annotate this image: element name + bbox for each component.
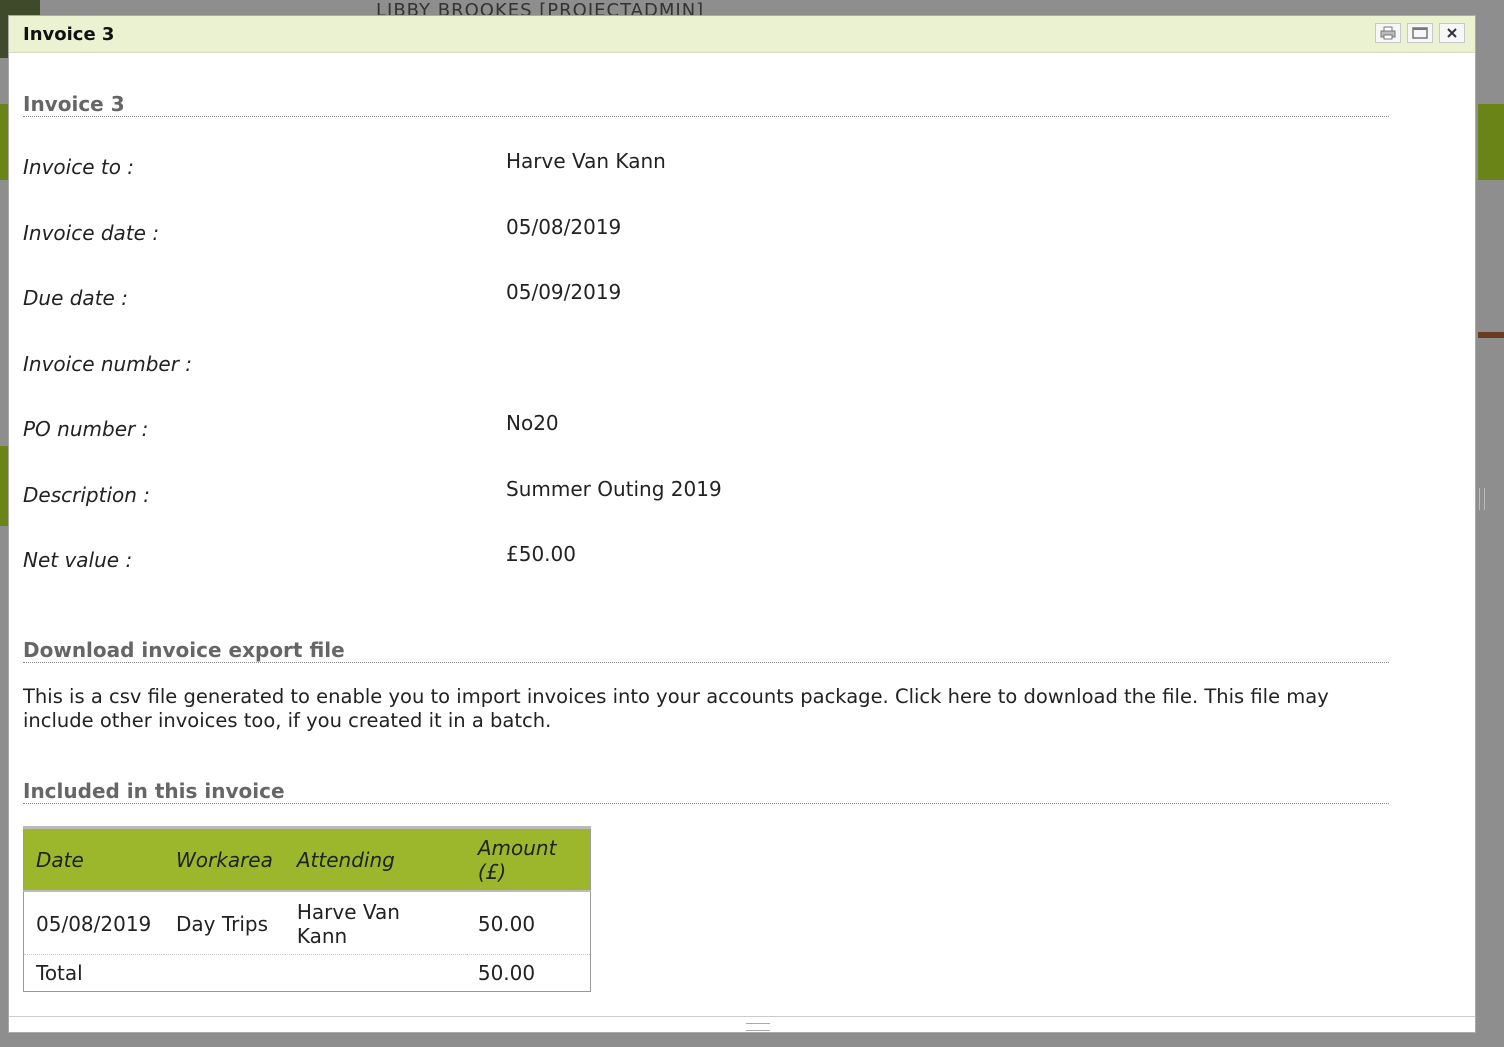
field-label: Description : <box>23 482 151 507</box>
cell-workarea: Day Trips <box>164 891 285 955</box>
dialog-title: Invoice 3 <box>23 23 115 45</box>
invoice-heading: Invoice 3 <box>23 92 1389 117</box>
field-po-number: PO number : No20 <box>23 411 1389 483</box>
field-value: Summer Outing 2019 <box>506 476 722 501</box>
field-due-date: Due date : 05/09/2019 <box>23 280 1389 352</box>
invoice-items-table: Date Workarea Attending Amount (£) 05/08… <box>23 826 591 992</box>
field-label: Invoice number : <box>23 351 193 376</box>
table-total-row: Total 50.00 <box>24 955 591 992</box>
cell-empty <box>164 955 285 992</box>
cell-amount: 50.00 <box>465 891 591 955</box>
background-brown-line <box>1478 332 1504 338</box>
field-net-value: Net value : £50.00 <box>23 542 1389 628</box>
total-label: Total <box>36 961 83 985</box>
field-invoice-to: Invoice to : Harve Van Kann <box>23 149 1389 221</box>
field-value: 05/09/2019 <box>506 280 622 304</box>
field-label: Invoice to : <box>23 155 135 179</box>
field-label: Invoice date : <box>23 220 160 245</box>
field-value: No20 <box>506 411 559 435</box>
column-header-attending[interactable]: Attending <box>284 826 466 892</box>
download-description: This is a csv file generated to enable y… <box>23 685 1389 733</box>
table-header-row: Date Workarea Attending Amount (£) <box>23 826 591 892</box>
scroll-handle[interactable] <box>1479 488 1485 510</box>
invoice-dialog: Invoice 3 Invoice 3 Invoice to: Harve V… <box>8 15 1485 1033</box>
close-icon <box>1447 28 1457 38</box>
cell-empty <box>285 955 466 992</box>
column-header-amount[interactable]: Amount (£) <box>465 826 591 892</box>
dialog-content: Invoice 3 Invoice to : Harve Van Kann In… <box>23 52 1389 992</box>
download-text-before: This is a csv file generated to enable y… <box>23 685 948 708</box>
dialog-footer-divider <box>9 1016 1475 1017</box>
download-heading: Download invoice export file <box>23 638 1389 663</box>
field-label: Due date : <box>23 286 128 310</box>
cell-date: 05/08/2019 <box>23 891 164 955</box>
background-green-band <box>1478 104 1504 180</box>
column-header-date[interactable]: Date <box>23 826 164 892</box>
field-value: Harve Van Kann <box>506 149 666 173</box>
maximize-button[interactable] <box>1407 23 1433 43</box>
field-invoice-number: Invoice number : <box>23 352 1389 418</box>
dialog-titlebar[interactable]: Invoice 3 <box>9 16 1475 53</box>
resize-grip[interactable] <box>746 1023 770 1031</box>
field-label: PO number : <box>23 417 149 441</box>
field-value: 05/08/2019 <box>506 214 622 239</box>
total-value: 50.00 <box>477 961 536 985</box>
maximize-icon <box>1412 27 1428 39</box>
cell-attending: Harve Van Kann <box>284 891 466 955</box>
included-heading: Included in this invoice <box>23 779 1389 804</box>
field-invoice-date: Invoice date : 05/08/2019 <box>23 215 1389 287</box>
print-button[interactable] <box>1375 23 1401 43</box>
download-link[interactable]: here <box>948 685 992 708</box>
printer-icon <box>1380 26 1396 40</box>
field-description: Description : Summer Outing 2019 <box>23 477 1389 549</box>
field-value: £50.00 <box>506 542 576 566</box>
table-row: 05/08/2019 Day Trips Harve Van Kann 50.0… <box>23 891 591 955</box>
close-button[interactable] <box>1439 23 1465 43</box>
field-label: Net value : <box>23 548 133 572</box>
column-header-workarea[interactable]: Workarea <box>164 826 285 892</box>
